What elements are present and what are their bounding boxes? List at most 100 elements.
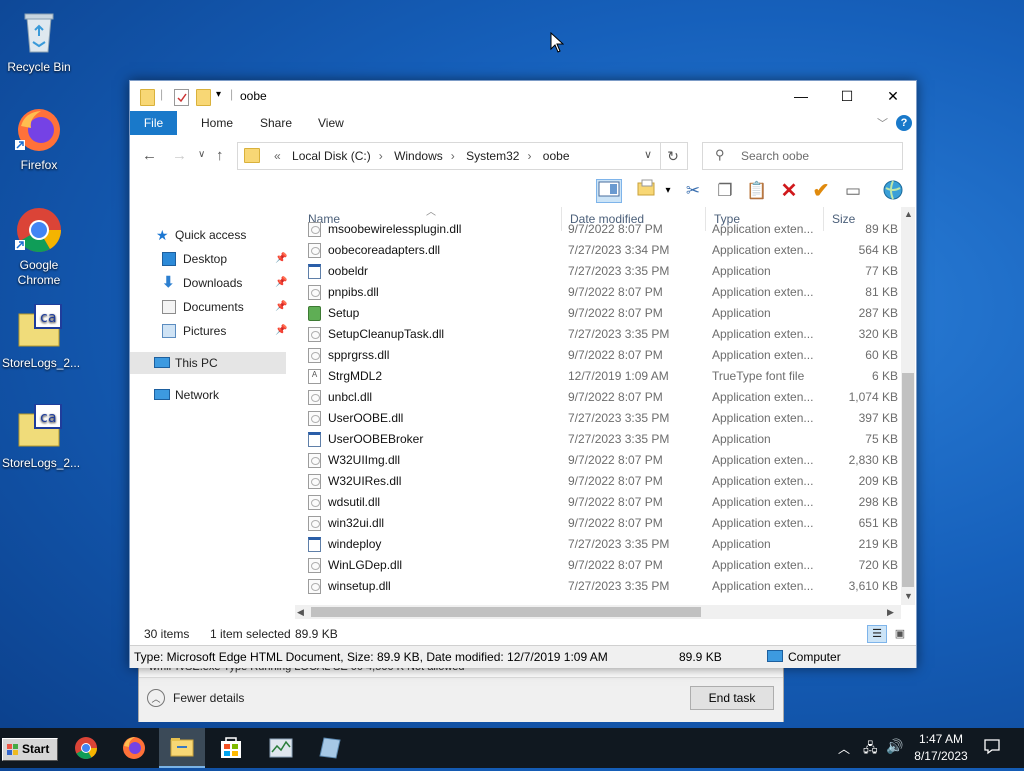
recent-locations-icon[interactable]: ∨ [198, 149, 205, 160]
cut-icon[interactable]: ✂ [680, 179, 706, 203]
pin-icon[interactable]: 📌 [275, 296, 287, 318]
chevron-down-icon[interactable]: ∨ [644, 148, 652, 161]
nav-item-this-pc[interactable]: This PC [130, 352, 286, 374]
desktop-icon-storelogs-1[interactable]: ca StoreLogs_2... [2, 303, 80, 371]
copy-icon[interactable]: ❐ [712, 179, 738, 203]
file-row[interactable]: A StrgMDL2 12/7/2019 1:09 AM TrueType font … [300, 366, 902, 387]
file-row[interactable]: WinLGDep.dll 9/7/2022 8:07 PM Application … [300, 555, 902, 576]
file-row[interactable]: pnpibs.dll 9/7/2022 8:07 PM Application ex… [300, 282, 902, 303]
notifications-icon[interactable] [983, 737, 1001, 758]
network-icon[interactable]: 🖧 [863, 739, 878, 761]
scroll-up-icon[interactable]: ▲ [904, 209, 913, 219]
chevron-right-icon[interactable]: › [527, 149, 531, 163]
maximize-button[interactable]: ☐ [824, 81, 870, 111]
back-arrow-icon[interactable]: ← [142, 147, 157, 164]
file-row[interactable]: UserOOBE.dll 7/27/2023 3:35 PM Application… [300, 408, 902, 429]
file-row[interactable]: oobecoreadapters.dll 7/27/2023 3:34 PM App… [300, 240, 902, 261]
help-icon[interactable]: ? [896, 115, 912, 131]
desktop-icon-storelogs-2[interactable]: ca StoreLogs_2... [2, 403, 80, 471]
nav-item-quick-access[interactable]: ★ Quick access [130, 224, 295, 246]
chevron-right-icon[interactable]: › [451, 149, 455, 163]
preview-pane-icon[interactable] [596, 179, 622, 203]
refresh-icon[interactable]: ↻ [659, 142, 688, 170]
file-row[interactable]: W32UIImg.dll 9/7/2022 8:07 PM Application … [300, 450, 902, 471]
desktop-icon-google-chrome[interactable]: Google Chrome [2, 206, 76, 288]
close-button[interactable]: ✕ [870, 81, 916, 111]
vertical-scrollbar[interactable]: ▲ ▼ [901, 207, 915, 605]
desktop-icon-recycle-bin[interactable]: Recycle Bin [2, 8, 76, 75]
chevron-up-icon[interactable]: ︿ [838, 740, 850, 757]
nav-item-label: Desktop [183, 252, 228, 266]
file-row[interactable]: oobeldr 7/27/2023 3:35 PM Application 77 KB [300, 261, 902, 282]
taskbar-task-manager[interactable] [258, 728, 304, 768]
rename-icon[interactable]: ▭ [840, 179, 866, 203]
scroll-thumb[interactable] [311, 607, 701, 617]
pin-icon[interactable]: 📌 [275, 248, 287, 270]
horizontal-scrollbar[interactable]: ◀ ▶ [295, 605, 901, 619]
minimize-button[interactable]: — [778, 81, 824, 111]
taskbar-file-explorer[interactable] [159, 728, 205, 768]
chevron-right-icon[interactable]: › [379, 149, 383, 163]
details-view-icon[interactable]: ☰ [867, 625, 887, 643]
up-arrow-icon[interactable]: ↑ [216, 147, 224, 164]
nav-item-documents[interactable]: Documents 📌 [130, 296, 295, 318]
file-row[interactable]: unbcl.dll 9/7/2022 8:07 PM Application ext… [300, 387, 902, 408]
fewer-details-button[interactable]: ︿ Fewer details [147, 689, 244, 707]
tab-file[interactable]: File [130, 111, 177, 135]
globe-icon[interactable] [880, 179, 906, 203]
file-row[interactable]: win32ui.dll 9/7/2022 8:07 PM Application e… [300, 513, 902, 534]
file-row[interactable]: Setup 9/7/2022 8:07 PM Application 287 KB [300, 303, 902, 324]
expand-ribbon-icon[interactable]: ﹀ [877, 115, 888, 131]
nav-item-pictures[interactable]: Pictures 📌 [130, 320, 295, 342]
file-row[interactable]: wdsutil.dll 9/7/2022 8:07 PM Application e… [300, 492, 902, 513]
nav-item-desktop[interactable]: Desktop 📌 [130, 248, 295, 270]
chevron-down-icon[interactable]: ▾ [662, 179, 674, 203]
scroll-thumb[interactable] [902, 373, 914, 587]
scroll-left-icon[interactable]: ◀ [297, 607, 304, 618]
breadcrumb-system32[interactable]: System32 [466, 149, 519, 163]
star-icon: ★ [156, 227, 169, 243]
nav-item-network[interactable]: Network [130, 384, 295, 406]
delete-icon[interactable]: ✕ [776, 179, 802, 203]
taskbar-store[interactable] [208, 728, 254, 768]
file-row[interactable]: winsetup.dll 7/27/2023 3:35 PM Application… [300, 576, 902, 597]
nav-item-label: Quick access [175, 228, 247, 242]
clock[interactable]: 1:47 AM 8/17/2023 [913, 732, 969, 763]
tab-view[interactable]: View [308, 111, 354, 135]
breadcrumb-overflow[interactable]: « [274, 149, 281, 163]
taskbar-app[interactable] [306, 728, 352, 768]
file-row[interactable]: spprgrss.dll 9/7/2022 8:07 PM Application … [300, 345, 902, 366]
breadcrumb-windows[interactable]: Windows [394, 149, 443, 163]
volume-icon[interactable]: 🔊 [886, 738, 903, 755]
taskbar-firefox[interactable] [111, 728, 157, 768]
file-row[interactable]: W32UIRes.dll 9/7/2022 8:07 PM Application … [300, 471, 902, 492]
breadcrumb-oobe[interactable]: oobe [543, 149, 570, 163]
pin-icon[interactable]: 📌 [275, 272, 287, 294]
tab-home[interactable]: Home [191, 111, 243, 135]
new-folder-icon[interactable] [196, 89, 211, 106]
folder-options-icon[interactable] [634, 179, 660, 203]
nav-item-downloads[interactable]: ⬇ Downloads 📌 [130, 272, 295, 294]
address-bar[interactable]: « Local Disk (C:) › Windows › System32 › oo… [237, 142, 661, 170]
file-row[interactable]: windeploy 7/27/2023 3:35 PM Application 219… [300, 534, 902, 555]
desktop-icon-firefox[interactable]: Firefox [2, 106, 76, 173]
paste-icon[interactable]: 📋 [744, 179, 770, 203]
breadcrumb-local-disk[interactable]: Local Disk (C:) [292, 149, 371, 163]
taskbar-chrome[interactable] [63, 728, 109, 768]
search-box[interactable]: ⚲ Search oobe [702, 142, 903, 170]
scroll-down-icon[interactable]: ▼ [904, 591, 913, 601]
file-row[interactable]: msoobewirelessplugin.dll 9/7/2022 8:07 PM… [300, 219, 902, 240]
properties-check-icon[interactable]: ✔ [808, 179, 834, 203]
start-button[interactable]: Start [2, 738, 58, 761]
properties-icon[interactable] [174, 89, 189, 106]
large-icons-view-icon[interactable]: ▣ [890, 625, 910, 643]
file-row[interactable]: UserOOBEBroker 7/27/2023 3:35 PM Applicati… [300, 429, 902, 450]
tab-share[interactable]: Share [250, 111, 302, 135]
customize-toolbar-icon[interactable]: ▾ [216, 89, 221, 100]
forward-arrow-icon[interactable]: → [172, 147, 187, 164]
title-bar[interactable]: | ▾ | oobe — ☐ ✕ [130, 81, 916, 111]
pin-icon[interactable]: 📌 [275, 320, 287, 342]
file-row[interactable]: SetupCleanupTask.dll 7/27/2023 3:35 PM App… [300, 324, 902, 345]
scroll-right-icon[interactable]: ▶ [887, 607, 894, 618]
end-task-button[interactable]: End task [690, 686, 774, 710]
